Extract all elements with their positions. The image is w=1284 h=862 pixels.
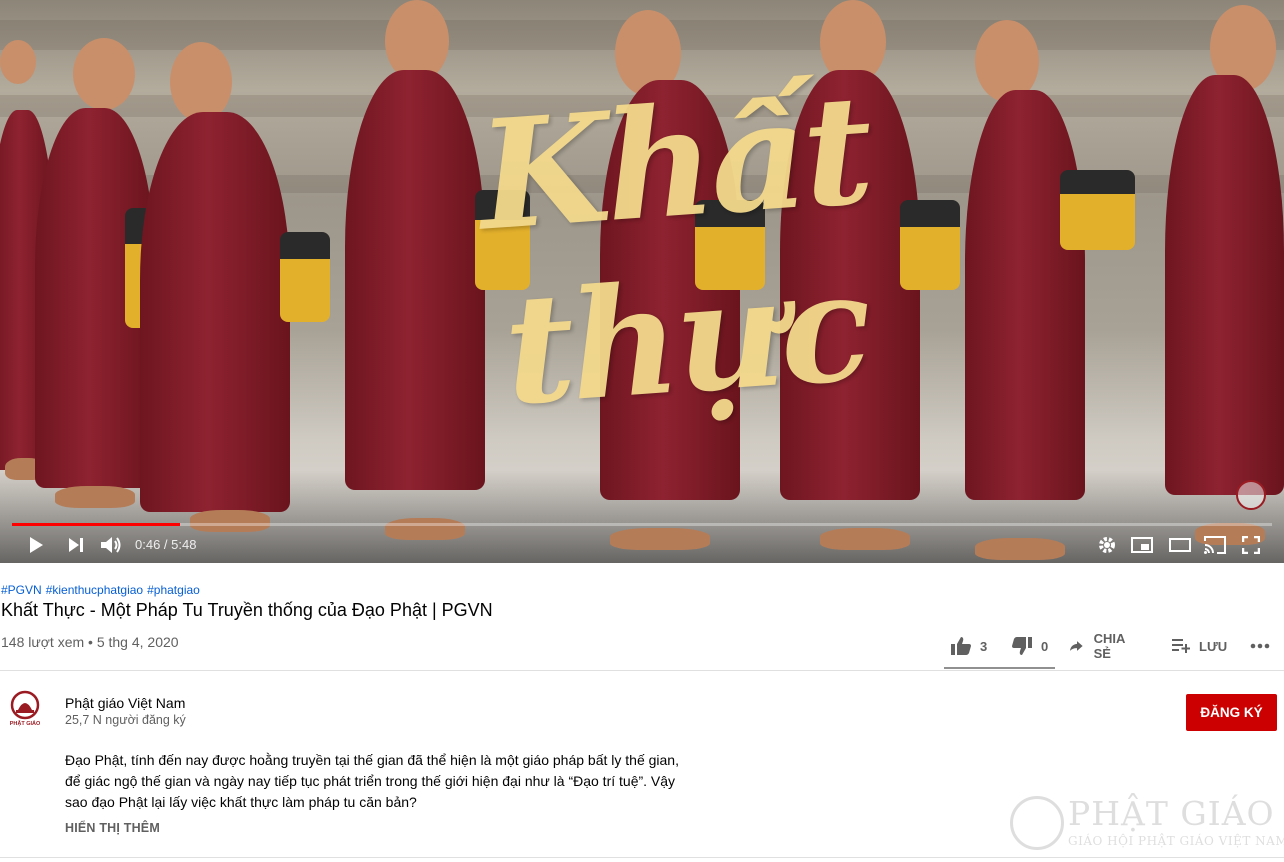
hashtag-link[interactable]: #phatgiao xyxy=(147,583,200,597)
hashtag-link[interactable]: #PGVN xyxy=(1,583,42,597)
divider xyxy=(0,670,1284,671)
monk-figure xyxy=(1165,5,1284,545)
watermark-title: PHẬT GIÁO xyxy=(1068,794,1275,833)
time-separator: / xyxy=(160,537,172,552)
watermark-subtitle: GIÁO HỘI PHẬT GIÁO VIỆT NAM xyxy=(1068,834,1284,848)
save-label: LƯU xyxy=(1199,638,1228,654)
like-button[interactable]: 3 xyxy=(951,628,987,664)
more-horiz-icon[interactable] xyxy=(1250,628,1270,664)
like-ratio-bar xyxy=(944,667,1055,669)
save-button[interactable]: LƯU xyxy=(1172,628,1227,664)
share-label: CHIA SẺ xyxy=(1093,631,1125,661)
share-button[interactable]: CHIA SẺ xyxy=(1070,628,1130,664)
thumbs-down-icon xyxy=(1012,637,1032,655)
upload-date: 5 thg 4, 2020 xyxy=(96,634,179,650)
like-count: 3 xyxy=(980,638,988,654)
monk-figure xyxy=(140,42,330,532)
play-icon[interactable] xyxy=(22,528,50,562)
settings-icon[interactable] xyxy=(1094,528,1120,562)
site-watermark: PHẬT GIÁO GIÁO HỘI PHẬT GIÁO VIỆT NAM xyxy=(1010,792,1284,852)
view-info: 148 lượt xem • 5 thg 4, 2020 xyxy=(1,634,179,650)
video-title-overlay: Khất thực xyxy=(473,61,875,440)
channel-logo-watermark xyxy=(1236,480,1266,510)
hashtag-list: #PGVN #kienthucphatgiao #phatgiao xyxy=(1,583,204,597)
hashtag-link[interactable]: #kienthucphatgiao xyxy=(46,583,143,597)
description-text: Đạo Phật, tính đến nay được hoằng truyền… xyxy=(65,752,679,810)
theater-icon[interactable] xyxy=(1166,528,1194,562)
avatar-caption: PHẬT GIÁO xyxy=(9,721,41,727)
subscriber-count: 25,7 N người đăng ký xyxy=(65,713,186,727)
subscribe-button[interactable]: ĐĂNG KÝ xyxy=(1186,694,1277,731)
next-icon[interactable] xyxy=(62,528,90,562)
thumbs-up-icon xyxy=(951,637,971,655)
channel-name[interactable]: Phật giáo Việt Nam xyxy=(65,695,185,711)
dislike-count: 0 xyxy=(1041,638,1049,654)
watermark-logo-icon xyxy=(1010,796,1064,850)
volume-icon[interactable] xyxy=(98,528,126,562)
fullscreen-icon[interactable] xyxy=(1238,528,1264,562)
avatar[interactable]: PHẬT GIÁO xyxy=(8,690,42,730)
dislike-button[interactable]: 0 xyxy=(1012,628,1048,664)
playlist-add-icon xyxy=(1172,639,1190,653)
share-icon xyxy=(1070,641,1083,651)
video-player[interactable]: Khất thực 0:46 / 5:48 xyxy=(0,0,1284,563)
cast-icon[interactable] xyxy=(1201,528,1229,562)
time-total: 5:48 xyxy=(171,537,197,552)
miniplayer-icon[interactable] xyxy=(1128,528,1156,562)
time-display: 0:46 / 5:48 xyxy=(135,537,196,552)
show-more-button[interactable]: HIỂN THỊ THÊM xyxy=(65,821,160,835)
monk-figure xyxy=(35,38,170,508)
divider xyxy=(0,857,1284,858)
video-title: Khất Thực - Một Pháp Tu Truyền thống của… xyxy=(1,600,493,620)
view-count: 148 lượt xem xyxy=(1,634,85,650)
time-current: 0:46 xyxy=(135,537,161,552)
dot-separator: • xyxy=(88,634,93,650)
progress-bar[interactable] xyxy=(12,523,1272,526)
player-controls: 0:46 / 5:48 xyxy=(0,528,1284,562)
progress-fill xyxy=(12,523,180,526)
